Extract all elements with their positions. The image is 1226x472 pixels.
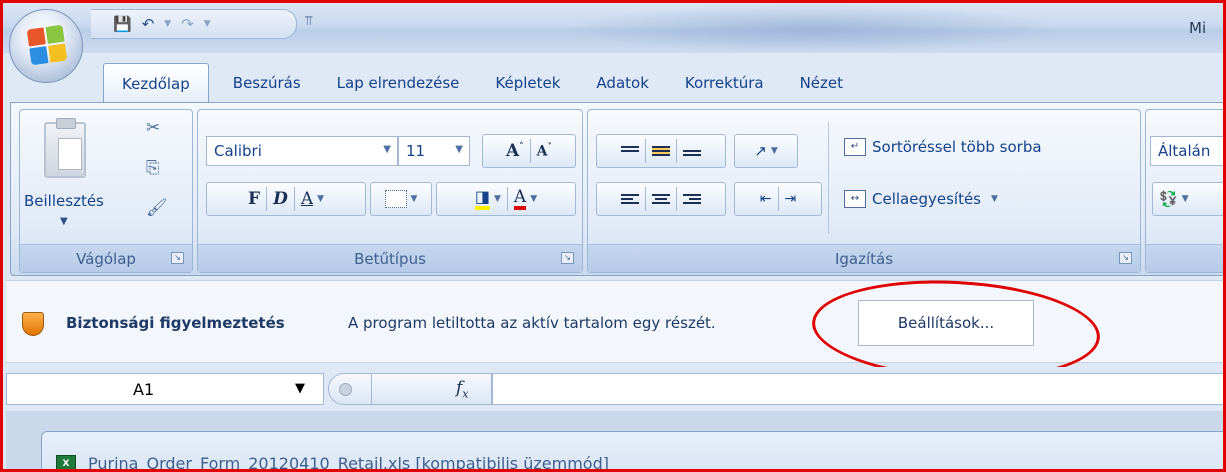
borders-button[interactable]: ▼ bbox=[370, 182, 432, 216]
merge-cells-button[interactable]: ↔ Cellaegyesítés ▼ bbox=[844, 190, 998, 208]
font-name-value: Calibri bbox=[214, 142, 262, 160]
font-launcher-icon[interactable]: ↘ bbox=[561, 252, 574, 264]
font-style-buttons: F D A ▼ bbox=[206, 182, 366, 216]
name-box-value: A1 bbox=[133, 380, 155, 399]
font-size-combo[interactable]: 11 ▼ bbox=[398, 136, 470, 166]
ribbon: Beillesztés ▼ ✂ ⎘ 🖌 Vágólap ↘ Calibri ▼ … bbox=[10, 102, 1223, 276]
alignment-launcher-icon[interactable]: ↘ bbox=[1119, 252, 1132, 264]
grow-font-icon[interactable]: A˄ bbox=[506, 141, 524, 161]
clipboard-launcher-icon[interactable]: ↘ bbox=[171, 252, 184, 264]
security-warning-bar: Biztonsági figyelmeztetés A program leti… bbox=[6, 273, 1223, 387]
font-size-value: 11 bbox=[406, 142, 426, 160]
insert-function-icon[interactable]: fx bbox=[456, 378, 469, 400]
formula-bar: A1 ▼ fx bbox=[6, 367, 1223, 411]
chevron-down-icon[interactable]: ▼ bbox=[317, 194, 324, 204]
office-button[interactable] bbox=[9, 9, 83, 83]
shrink-font-icon[interactable]: A˅ bbox=[537, 143, 552, 160]
text-orientation-icon: ↗ bbox=[754, 142, 767, 160]
font-name-combo[interactable]: Calibri ▼ bbox=[206, 136, 398, 166]
wrap-text-button[interactable]: ↵ Sortöréssel több sorba bbox=[844, 138, 1042, 156]
name-box[interactable]: A1 ▼ bbox=[6, 373, 324, 405]
tab-formulas[interactable]: Képletek bbox=[477, 63, 578, 103]
indent-buttons: ⇤ ⇥ bbox=[734, 182, 822, 216]
increase-indent-icon[interactable]: ⇥ bbox=[785, 191, 797, 207]
clipboard-group: Beillesztés ▼ ✂ ⎘ 🖌 Vágólap ↘ bbox=[19, 109, 193, 273]
merge-cells-icon: ↔ bbox=[844, 190, 866, 208]
number-format-combo[interactable]: Általán bbox=[1150, 136, 1223, 166]
excel-file-icon: X bbox=[56, 455, 76, 469]
customize-toolbar-icon[interactable]: ⫪ bbox=[305, 14, 312, 29]
chevron-down-icon: ▼ bbox=[991, 194, 998, 204]
bold-button[interactable]: F bbox=[248, 189, 260, 209]
workbook-title: Purina_Order_Form_20120410_Retail.xls [k… bbox=[88, 454, 609, 472]
copy-icon[interactable]: ⎘ bbox=[146, 158, 160, 178]
chevron-down-icon: ▼ bbox=[410, 194, 418, 204]
font-color-button[interactable]: A bbox=[513, 188, 527, 210]
paste-icon[interactable] bbox=[44, 118, 86, 178]
chevron-down-icon[interactable]: ▼ bbox=[295, 381, 305, 396]
window-title: Mi bbox=[1189, 19, 1207, 37]
underline-button[interactable]: A bbox=[301, 189, 313, 209]
align-top-icon[interactable] bbox=[621, 146, 639, 156]
title-bar: 💾 ↶ ▼ ↷ ▼ ⫪ Mi bbox=[3, 3, 1223, 53]
chevron-down-icon[interactable]: ▼ bbox=[530, 194, 537, 204]
font-group-label: Betűtípus bbox=[354, 249, 426, 268]
wrap-text-icon: ↵ bbox=[844, 138, 866, 156]
quick-access-toolbar: 💾 ↶ ▼ ↷ ▼ bbox=[91, 9, 297, 39]
tab-page-layout[interactable]: Lap elrendezése bbox=[319, 63, 478, 103]
undo-icon[interactable]: ↶ bbox=[142, 15, 155, 33]
clipboard-group-label: Vágólap bbox=[76, 249, 136, 268]
decrease-indent-icon[interactable]: ⇤ bbox=[760, 191, 772, 207]
office-logo-icon bbox=[26, 24, 68, 66]
font-size-buttons: A˄ A˅ bbox=[482, 134, 576, 168]
align-left-icon[interactable] bbox=[621, 194, 639, 204]
vertical-align-buttons bbox=[596, 134, 726, 168]
workbook-window: X Purina_Order_Form_20120410_Retail.xls … bbox=[41, 431, 1223, 472]
format-painter-icon[interactable]: 🖌 bbox=[146, 198, 168, 218]
tab-review[interactable]: Korrektúra bbox=[667, 63, 782, 103]
ribbon-tabs: Kezdőlap Beszúrás Lap elrendezése Képlet… bbox=[103, 63, 861, 103]
tab-view[interactable]: Nézet bbox=[782, 63, 861, 103]
align-bottom-icon[interactable] bbox=[683, 146, 701, 156]
workbook-area: X Purina_Order_Form_20120410_Retail.xls … bbox=[6, 411, 1223, 472]
currency-icon: 💱 bbox=[1159, 190, 1178, 208]
security-warning-title: Biztonsági figyelmeztetés bbox=[66, 314, 285, 332]
number-format-value: Általán bbox=[1158, 142, 1211, 160]
save-icon[interactable]: 💾 bbox=[113, 15, 132, 33]
cut-icon[interactable]: ✂ bbox=[146, 118, 160, 138]
align-center-icon[interactable] bbox=[652, 194, 670, 204]
italic-button[interactable]: D bbox=[273, 189, 288, 209]
formula-input[interactable] bbox=[492, 373, 1223, 405]
undo-dropdown-icon[interactable]: ▼ bbox=[164, 19, 171, 29]
alignment-group-label: Igazítás bbox=[834, 249, 894, 268]
excel-window: 💾 ↶ ▼ ↷ ▼ ⫪ Mi Kezdőlap Beszúrás Lap elr… bbox=[0, 0, 1226, 472]
align-right-icon[interactable] bbox=[683, 194, 701, 204]
shield-icon bbox=[22, 312, 44, 336]
redo-dropdown-icon[interactable]: ▼ bbox=[204, 19, 211, 29]
tab-home[interactable]: Kezdőlap bbox=[103, 63, 209, 103]
tab-data[interactable]: Adatok bbox=[578, 63, 666, 103]
alignment-group: ↗ ▼ ⇤ ⇥ ↵ Sortöréssel több sorba ↔ Cella… bbox=[587, 109, 1141, 273]
font-group: Calibri ▼ 11 ▼ A˄ A˅ F D A ▼ ▼ ◨ ▼ A ▼ B… bbox=[197, 109, 583, 273]
chevron-down-icon: ▼ bbox=[455, 144, 463, 155]
tab-insert[interactable]: Beszúrás bbox=[215, 63, 319, 103]
wrap-text-label: Sortöréssel több sorba bbox=[872, 138, 1042, 156]
horizontal-align-buttons bbox=[596, 182, 726, 216]
accounting-format-button[interactable]: 💱 ▼ bbox=[1152, 182, 1223, 216]
orientation-button[interactable]: ↗ ▼ bbox=[734, 134, 798, 168]
align-middle-icon[interactable] bbox=[652, 146, 670, 156]
redo-icon[interactable]: ↷ bbox=[181, 15, 194, 33]
borders-icon bbox=[384, 190, 407, 208]
color-buttons: ◨ ▼ A ▼ bbox=[436, 182, 576, 216]
chevron-down-icon: ▼ bbox=[383, 144, 391, 155]
security-warning-message: A program letiltotta az aktív tartalom e… bbox=[348, 314, 716, 332]
chevron-down-icon: ▼ bbox=[770, 146, 778, 156]
paste-dropdown-icon[interactable]: ▼ bbox=[60, 216, 68, 227]
chevron-down-icon: ▼ bbox=[1181, 194, 1189, 204]
formula-bar-resize-handle[interactable] bbox=[328, 373, 372, 405]
merge-cells-label: Cellaegyesítés bbox=[872, 190, 981, 208]
fill-color-icon[interactable]: ◨ bbox=[474, 188, 490, 210]
number-group: Általán 💱 ▼ bbox=[1145, 109, 1223, 273]
paste-button[interactable]: Beillesztés bbox=[24, 192, 104, 210]
